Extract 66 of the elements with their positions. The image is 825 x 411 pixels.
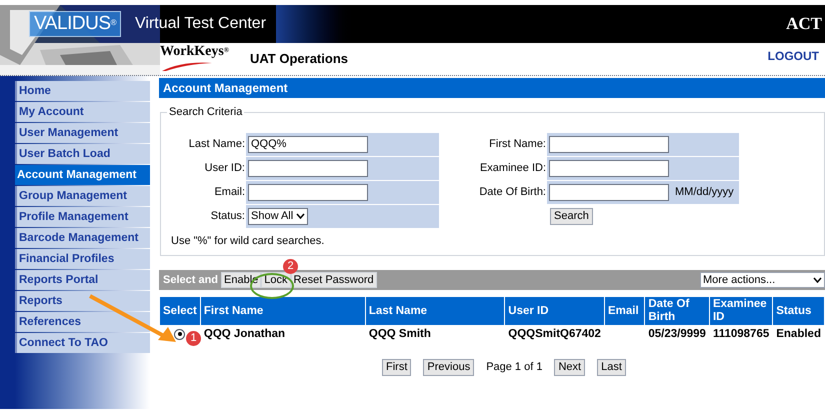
sidebar-item[interactable]: References xyxy=(15,312,150,332)
sidebar-item[interactable]: Home xyxy=(15,81,150,101)
column-header: Last Name xyxy=(366,297,504,325)
input-field[interactable]: QQQ% xyxy=(248,136,368,152)
app-title: Virtual Test Center xyxy=(135,14,266,34)
logout-link[interactable]: LOGOUT xyxy=(768,47,825,75)
field-label: Last Name: xyxy=(188,136,246,152)
product-logo: WorkKeys$^{®}$ xyxy=(160,43,250,73)
chevron-down-icon xyxy=(813,277,822,283)
partner-logo: ACT xyxy=(786,13,823,36)
sidebar-item[interactable]: User Management xyxy=(15,123,150,143)
page-info: Page 1 of 1 xyxy=(486,360,542,376)
step-badge: 2 xyxy=(283,259,298,274)
field-label: Examinee ID: xyxy=(478,160,547,176)
column-header: Date Of Birth xyxy=(645,297,709,325)
radio-button[interactable] xyxy=(174,328,186,340)
input-field[interactable] xyxy=(549,160,669,176)
sidebar-item[interactable]: Financial Profiles xyxy=(15,249,150,269)
sidebar-item[interactable]: Reports xyxy=(15,291,150,311)
toolbar-button[interactable]: Reset Password xyxy=(290,272,377,288)
pager-button[interactable]: Next xyxy=(554,359,586,376)
pager-button[interactable]: First xyxy=(382,359,412,376)
table-cell-text: QQQ Smith xyxy=(368,327,432,342)
input-field[interactable] xyxy=(248,184,368,200)
search-button[interactable]: Search xyxy=(550,208,593,224)
column-header: Select xyxy=(160,297,200,325)
column-header: First Name xyxy=(200,297,365,325)
toolbar-label: Select and xyxy=(163,272,218,288)
sidebar-item[interactable]: Account Management xyxy=(15,165,150,185)
fieldset-legend: Search Criteria xyxy=(167,104,244,120)
panel-title: Account Management xyxy=(159,78,825,98)
column-header: User ID xyxy=(505,297,604,325)
input-field[interactable] xyxy=(549,136,669,152)
toolbar-button[interactable]: Lock xyxy=(261,272,291,288)
field-label: Status: xyxy=(210,208,246,224)
sidebar-item[interactable]: User Batch Load xyxy=(15,144,150,164)
sidebar-item[interactable]: Group Management xyxy=(15,186,150,206)
sidebar-item[interactable]: Reports Portal xyxy=(15,270,150,290)
more-actions-select[interactable]: More actions... xyxy=(700,272,825,288)
field-label: Date Of Birth: xyxy=(478,184,547,200)
field-label: Email: xyxy=(213,184,246,200)
sidebar-item[interactable]: Profile Management xyxy=(15,207,150,227)
sidebar-item[interactable]: Barcode Management xyxy=(15,228,150,248)
field-label: User ID: xyxy=(204,160,246,176)
step-badge: 1 xyxy=(186,331,201,346)
field-label: First Name: xyxy=(488,136,547,152)
input-field[interactable] xyxy=(248,160,368,176)
hint-text: Use "%" for wild card searches. xyxy=(171,234,326,248)
pager-button[interactable]: Last xyxy=(597,359,626,376)
input-field[interactable] xyxy=(549,184,669,200)
pager-button[interactable]: Previous xyxy=(423,359,474,376)
table-cell-text: Enabled xyxy=(775,327,822,342)
chevron-down-icon xyxy=(296,213,306,219)
table-cell-text: QQQSmitQ67402 xyxy=(507,327,602,342)
column-header: Email xyxy=(604,297,644,325)
table-cell-text: QQQ Jonathan xyxy=(202,327,286,342)
sidebar-item[interactable]: My Account xyxy=(15,102,150,122)
environment-label: UAT Operations xyxy=(250,50,348,68)
column-header: Status xyxy=(773,297,824,325)
table-cell-text: 111098765 xyxy=(712,327,770,342)
column-header: Examinee ID xyxy=(710,297,772,325)
table-cell-text: 05/23/9999 xyxy=(647,327,707,342)
status-select[interactable]: Show All xyxy=(248,208,308,224)
sidebar-item[interactable]: Connect To TAO xyxy=(15,333,150,353)
brand-logo: VALIDUS$^{®}$ xyxy=(29,11,121,37)
format-hint: MM/dd/yyyy xyxy=(674,184,734,200)
